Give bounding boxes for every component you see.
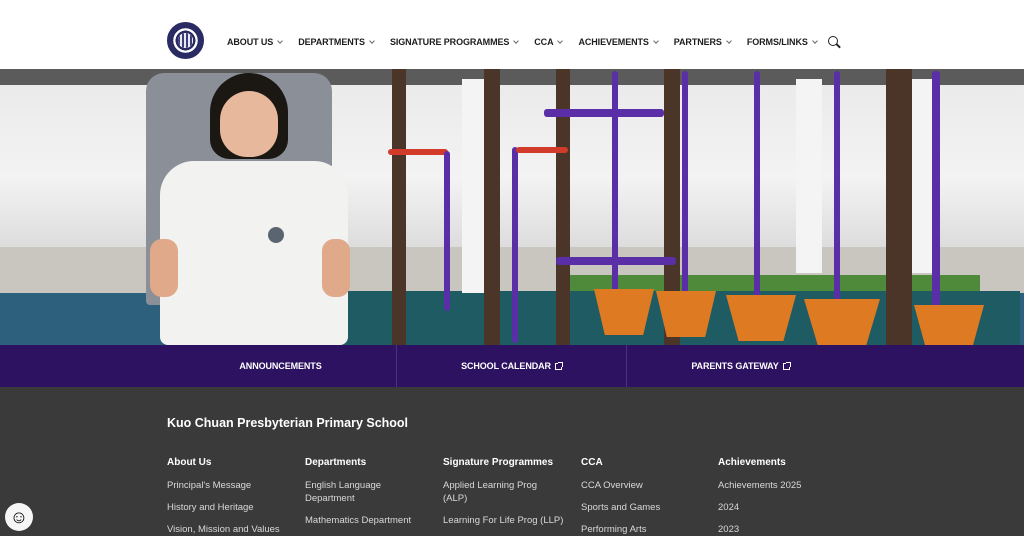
external-link-icon — [554, 361, 563, 370]
school-crest-icon[interactable] — [167, 22, 204, 59]
footer-link[interactable]: History and Heritage — [167, 501, 297, 514]
chevron-down-icon — [726, 37, 732, 44]
nav-item-departments[interactable]: DEPARTMENTS — [298, 37, 375, 47]
footer-column-departments: Departments English Language Department … — [305, 457, 417, 536]
footer-link[interactable]: Learning For Life Prog (LLP) — [443, 514, 573, 527]
quick-link-parents-gateway[interactable]: PARENTS GATEWAY — [627, 345, 1024, 387]
footer-link[interactable]: English Language Department — [305, 479, 395, 505]
site-footer: Kuo Chuan Presbyterian Primary School Ab… — [0, 387, 1024, 536]
chevron-down-icon — [811, 37, 818, 44]
footer-link[interactable]: Mathematics Department — [305, 514, 417, 527]
footer-column-signature-programmes: Signature Programmes Applied Learning Pr… — [443, 457, 573, 536]
site-header: ABOUT US DEPARTMENTS SIGNATURE PROGRAMME… — [0, 0, 1024, 69]
nav-item-signature-programmes[interactable]: SIGNATURE PROGRAMMES — [390, 37, 520, 47]
smiley-face-icon[interactable]: ☺ — [5, 503, 33, 531]
footer-link[interactable]: Performing Arts — [581, 523, 711, 536]
quick-link-school-calendar[interactable]: SCHOOL CALENDAR — [397, 345, 627, 387]
footer-link[interactable]: Sports and Games — [581, 501, 711, 514]
footer-column-achievements: Achievements Achievements 2025 2024 2023 — [718, 457, 848, 536]
chevron-down-icon — [369, 37, 375, 44]
footer-column-heading[interactable]: Signature Programmes — [443, 457, 573, 473]
quick-links-bar: ANNOUNCEMENTS SCHOOL CALENDAR PARENTS GA… — [0, 345, 1024, 387]
footer-link[interactable]: Principal's Message — [167, 479, 297, 492]
footer-link[interactable]: Vision, Mission and Values — [167, 523, 297, 536]
footer-column-cca: CCA CCA Overview Sports and Games Perfor… — [581, 457, 711, 536]
nav-item-about-us[interactable]: ABOUT US — [227, 37, 284, 47]
nav-item-forms-links[interactable]: FORMS/LINKS — [747, 37, 818, 47]
chevron-down-icon — [513, 37, 520, 44]
external-link-icon — [782, 361, 791, 370]
footer-column-heading[interactable]: CCA — [581, 457, 711, 473]
chevron-down-icon — [557, 37, 564, 44]
footer-school-name: Kuo Chuan Presbyterian Primary School — [167, 416, 409, 430]
footer-link[interactable]: CCA Overview — [581, 479, 711, 492]
nav-item-partners[interactable]: PARTNERS — [674, 37, 732, 47]
footer-column-heading[interactable]: About Us — [167, 457, 297, 473]
quick-link-announcements[interactable]: ANNOUNCEMENTS — [0, 345, 397, 387]
main-navigation: ABOUT US DEPARTMENTS SIGNATURE PROGRAMME… — [227, 34, 818, 50]
footer-link[interactable]: 2024 — [718, 501, 848, 514]
nav-item-achievements[interactable]: ACHIEVEMENTS — [578, 37, 659, 47]
footer-link[interactable]: Achievements 2025 — [718, 479, 848, 492]
footer-column-heading[interactable]: Achievements — [718, 457, 848, 473]
search-icon[interactable] — [828, 36, 838, 46]
footer-link[interactable]: Applied Learning Prog (ALP) — [443, 479, 553, 505]
footer-column-about-us: About Us Principal's Message History and… — [167, 457, 297, 536]
hero-banner-image — [0, 69, 1024, 345]
nav-item-cca[interactable]: CCA — [534, 37, 564, 47]
footer-column-heading[interactable]: Departments — [305, 457, 417, 473]
chevron-down-icon — [652, 37, 659, 44]
chevron-down-icon — [277, 37, 284, 44]
footer-link[interactable]: 2023 — [718, 523, 848, 536]
